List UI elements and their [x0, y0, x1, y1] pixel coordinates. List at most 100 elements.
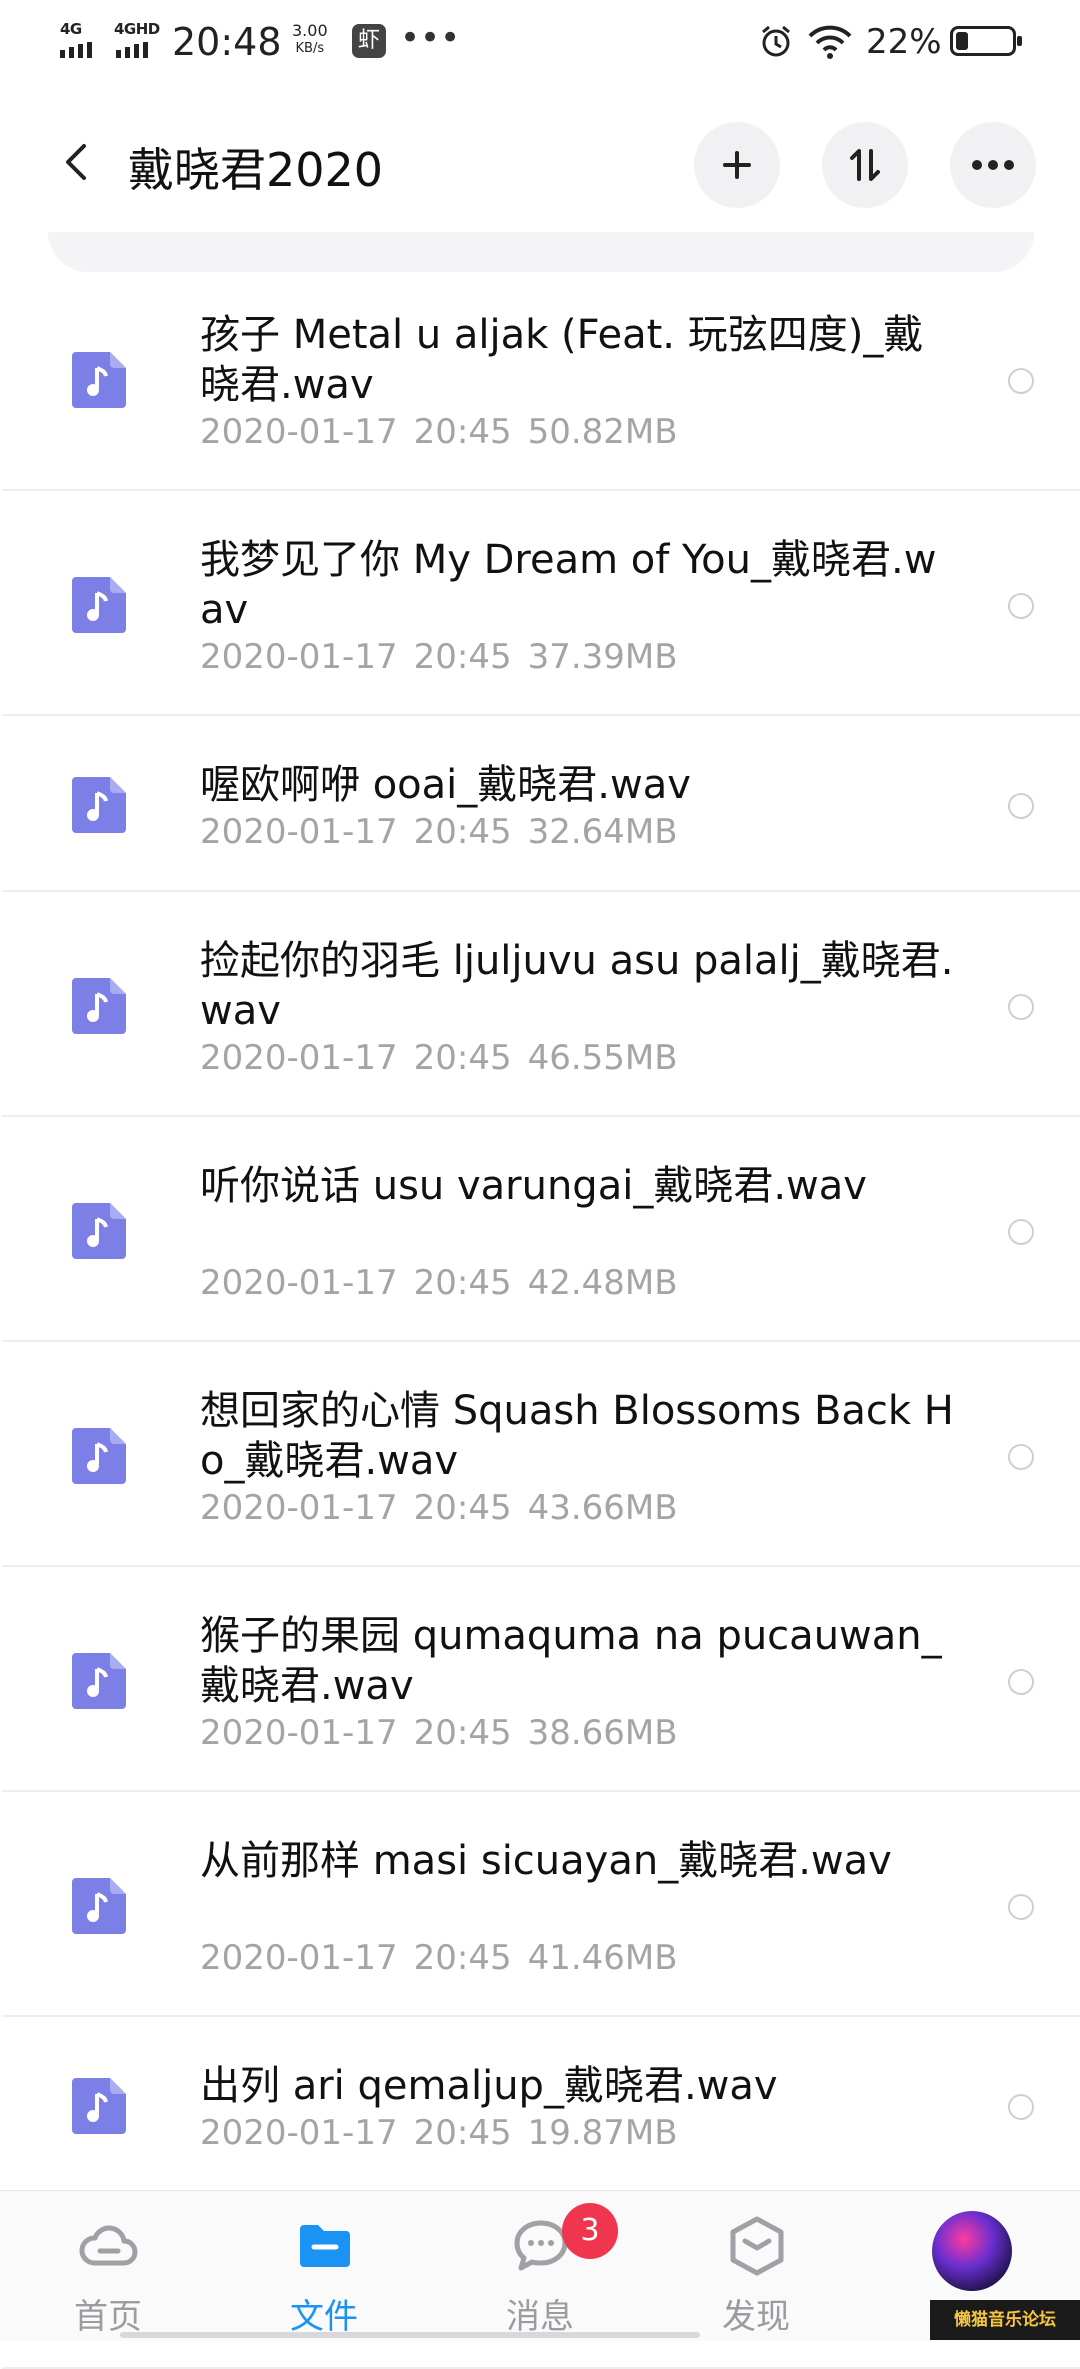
nav-messages-label: 消息 [506, 2297, 574, 2337]
music-file-icon [72, 777, 126, 833]
header: 戴晓君2020 [0, 96, 1080, 236]
clock: 20:48 [172, 20, 282, 64]
select-checkbox[interactable] [1008, 1894, 1034, 1920]
file-size: 50.82MB [527, 412, 678, 452]
file-meta: 2020-01-17 20:45 42.48MB [200, 1263, 678, 1303]
signal-bars-1 [60, 42, 92, 58]
file-row[interactable]: 猴子的果园 qumaquma na pucauwan_戴晓君.wav 2020-0… [0, 1567, 1080, 1792]
chevron-left-icon [66, 144, 86, 180]
file-time: 20:45 [413, 812, 512, 852]
signal-indicator: 4G 4GHD [58, 20, 170, 60]
file-meta: 2020-01-17 20:45 38.66MB [200, 1713, 678, 1753]
nav-messages[interactable]: 3 消息 [470, 2191, 618, 2341]
file-meta: 2020-01-17 20:45 46.55MB [200, 1038, 678, 1078]
plus-icon [723, 151, 751, 179]
file-row[interactable]: 出列 ari qemaljup_戴晓君.wav 2020-01-17 20:45 19… [0, 2017, 1080, 2193]
file-meta: 2020-01-17 20:45 43.66MB [200, 1488, 678, 1528]
unread-badge: 3 [562, 2203, 618, 2259]
file-meta: 2020-01-17 20:45 41.46MB [200, 1938, 678, 1978]
more-button[interactable] [950, 122, 1036, 208]
file-time: 20:45 [413, 1038, 512, 1078]
select-checkbox[interactable] [1008, 994, 1034, 1020]
file-time: 20:45 [413, 1263, 512, 1303]
more-icon [972, 160, 1014, 170]
file-date: 2020-01-17 [200, 2113, 398, 2153]
music-file-icon [72, 352, 126, 408]
file-row[interactable]: 我梦见了你 My Dream of You_戴晓君.wav 2020-01-17 2… [0, 491, 1080, 716]
file-date: 2020-01-17 [200, 637, 398, 677]
file-meta: 2020-01-17 20:45 50.82MB [200, 412, 678, 452]
nav-home[interactable]: 首页 [38, 2191, 178, 2341]
add-button[interactable] [694, 122, 780, 208]
file-name: 从前那样 masi sicuayan_戴晓君.wav [200, 1838, 892, 1884]
network-type-label-2: 4GHD [114, 20, 160, 38]
discover-icon [730, 2216, 784, 2276]
app-notification-icon: 虾 [352, 24, 386, 58]
music-file-icon [72, 978, 126, 1034]
file-meta: 2020-01-17 20:45 32.64MB [200, 812, 678, 852]
alarm-icon [758, 24, 794, 64]
select-checkbox[interactable] [1008, 793, 1034, 819]
file-row[interactable]: 从前那样 masi sicuayan_戴晓君.wav 2020-01-17 20:4… [0, 1792, 1080, 2017]
file-name: 出列 ari qemaljup_戴晓君.wav [200, 2063, 778, 2109]
file-row[interactable]: 想回家的心情 Squash Blossoms Back Ho_戴晓君.wav 20… [0, 1342, 1080, 1567]
music-file-icon [72, 1203, 126, 1259]
file-time: 20:45 [413, 1938, 512, 1978]
music-file-icon [72, 1878, 126, 1934]
back-button[interactable] [48, 132, 108, 192]
file-date: 2020-01-17 [200, 1038, 398, 1078]
battery-icon [950, 26, 1022, 56]
file-row[interactable]: 听你说话 usu varungai_戴晓君.wav 2020-01-17 20:45… [0, 1117, 1080, 1342]
select-checkbox[interactable] [1008, 1444, 1034, 1470]
watermark: 懒猫音乐论坛 [930, 2300, 1080, 2340]
file-date: 2020-01-17 [200, 1938, 398, 1978]
file-date: 2020-01-17 [200, 1713, 398, 1753]
status-bar: 4G 4GHD 20:48 3.00 KB/s 虾 ••• 22% [0, 0, 1080, 84]
file-name: 捡起你的羽毛 ljuljuvu asu palalj_戴晓君.wav [200, 938, 954, 1034]
select-checkbox[interactable] [1008, 2094, 1034, 2120]
file-size: 42.48MB [527, 1263, 678, 1303]
file-row[interactable]: 孩子 Metal u aljak (Feat. 玩弦四度)_戴晓君.wav 202… [0, 266, 1080, 491]
file-row[interactable]: 捡起你的羽毛 ljuljuvu asu palalj_戴晓君.wav 2020-0… [0, 892, 1080, 1117]
file-row[interactable]: 喔欧啊咿 ooai_戴晓君.wav 2020-01-17 20:45 32.64MB [0, 716, 1080, 892]
file-size: 37.39MB [527, 637, 678, 677]
file-meta: 2020-01-17 20:45 37.39MB [200, 637, 678, 677]
file-size: 19.87MB [527, 2113, 678, 2153]
music-file-icon [72, 1428, 126, 1484]
battery-percent: 22% [866, 22, 942, 62]
cloud-icon [79, 2225, 138, 2266]
file-size: 32.64MB [527, 812, 678, 852]
speed-unit: KB/s [295, 41, 325, 56]
scroll-indicator [120, 2332, 700, 2338]
file-name: 喔欧啊咿 ooai_戴晓君.wav [200, 762, 691, 808]
network-speed: 3.00 KB/s [292, 22, 328, 58]
file-meta: 2020-01-17 20:45 19.87MB [200, 2113, 678, 2153]
nav-discover-label: 发现 [722, 2297, 790, 2337]
file-date: 2020-01-17 [200, 812, 398, 852]
file-time: 20:45 [413, 637, 512, 677]
file-size: 41.46MB [527, 1938, 678, 1978]
select-checkbox[interactable] [1008, 1219, 1034, 1245]
more-notifications-icon: ••• [400, 18, 461, 58]
avatar[interactable] [932, 2211, 1012, 2291]
music-file-icon [72, 577, 126, 633]
file-time: 20:45 [413, 2113, 512, 2153]
file-name: 听你说话 usu varungai_戴晓君.wav [200, 1163, 867, 1209]
file-name: 孩子 Metal u aljak (Feat. 玩弦四度)_戴晓君.wav [200, 312, 924, 408]
file-date: 2020-01-17 [200, 412, 398, 452]
page-title: 戴晓君2020 [128, 143, 384, 197]
file-date: 2020-01-17 [200, 1263, 398, 1303]
file-name: 猴子的果园 qumaquma na pucauwan_戴晓君.wav [200, 1613, 942, 1709]
select-checkbox[interactable] [1008, 368, 1034, 394]
nav-files[interactable]: 文件 [254, 2191, 394, 2341]
file-list: 孩子 Metal u aljak (Feat. 玩弦四度)_戴晓君.wav 202… [0, 266, 1080, 2369]
file-time: 20:45 [413, 412, 512, 452]
file-size: 43.66MB [527, 1488, 678, 1528]
select-checkbox[interactable] [1008, 593, 1034, 619]
folder-icon [300, 2225, 350, 2267]
nav-discover[interactable]: 发现 [686, 2191, 826, 2341]
select-checkbox[interactable] [1008, 1669, 1034, 1695]
music-file-icon [72, 2078, 126, 2134]
sort-button[interactable] [822, 122, 908, 208]
file-date: 2020-01-17 [200, 1488, 398, 1528]
